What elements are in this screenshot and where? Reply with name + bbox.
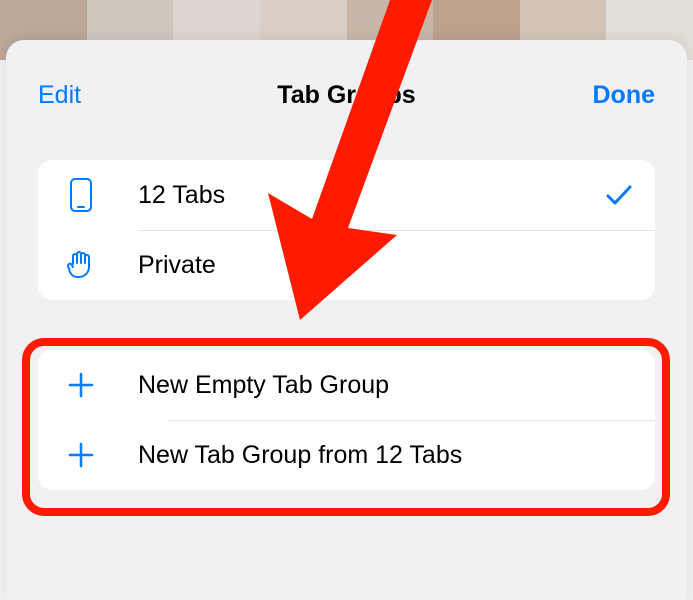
new-empty-group-row[interactable]: New Empty Tab Group bbox=[38, 350, 655, 420]
tab-group-label: Private bbox=[138, 251, 637, 280]
hand-icon bbox=[62, 249, 100, 281]
done-button[interactable]: Done bbox=[593, 81, 656, 110]
tab-group-row-tabs[interactable]: 12 Tabs bbox=[38, 160, 655, 230]
new-group-card: New Empty Tab Group New Tab Group from 1… bbox=[38, 350, 655, 490]
plus-icon bbox=[62, 441, 100, 469]
plus-icon bbox=[62, 371, 100, 399]
checkmark-icon bbox=[601, 183, 637, 207]
new-group-from-tabs-row[interactable]: New Tab Group from 12 Tabs bbox=[38, 420, 655, 490]
sheet-header: Edit Tab Groups Done bbox=[6, 40, 687, 120]
device-icon bbox=[62, 178, 100, 212]
new-group-from-tabs-label: New Tab Group from 12 Tabs bbox=[138, 441, 637, 470]
tab-group-row-private[interactable]: Private bbox=[38, 230, 655, 300]
tab-groups-sheet: Edit Tab Groups Done 12 Tabs bbox=[6, 40, 687, 600]
edit-button[interactable]: Edit bbox=[38, 81, 81, 110]
existing-groups-card: 12 Tabs Private bbox=[38, 160, 655, 300]
sheet-title: Tab Groups bbox=[277, 81, 415, 110]
new-empty-group-label: New Empty Tab Group bbox=[138, 371, 637, 400]
tab-group-label: 12 Tabs bbox=[138, 181, 601, 210]
